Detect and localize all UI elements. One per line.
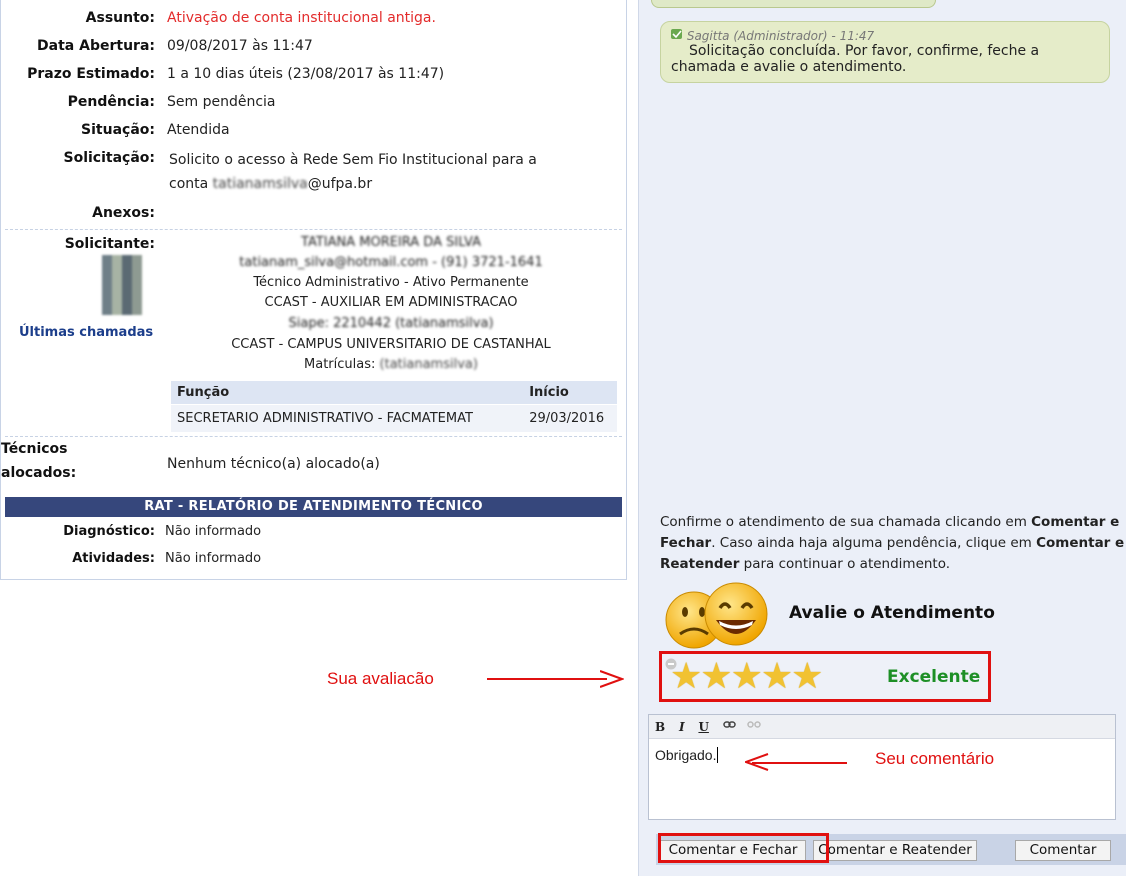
solicitante-name: TATIANA MOREIRA DA SILVA: [301, 235, 481, 250]
divider: [5, 229, 622, 230]
solicitante-unit: CCAST - AUXILIAR EM ADMINISTRACAO: [264, 295, 518, 310]
star-icon[interactable]: ★: [761, 656, 793, 697]
situacao-label: Situação:: [81, 122, 155, 138]
divider: [5, 436, 622, 437]
solicitante-contact: tatianam_silva@hotmail.com - (91) 3721-1…: [239, 255, 543, 270]
matriculas-value: (tatianamsilva): [379, 357, 478, 372]
comment-arrow-line: [752, 762, 847, 764]
stars[interactable]: ★★★★★: [670, 656, 823, 697]
solicitante-campus: CCAST - CAMPUS UNIVERSITARIO DE CASTANHA…: [231, 337, 551, 352]
solicitante-role: Técnico Administrativo - Ativo Permanent…: [253, 275, 529, 290]
text-cursor: ​: [717, 747, 719, 763]
tecnicos-label-line2: alocados:: [1, 465, 77, 481]
email-domain: @ufpa.br: [307, 176, 373, 192]
anexos-label: Anexos:: [92, 205, 155, 221]
message-line2: chamada e avalie o atendimento.: [671, 59, 907, 75]
tecnicos-value: Nenhum técnico(a) alocado(a): [167, 456, 380, 472]
comment-text: Obrigado.: [655, 747, 717, 763]
pendencia-value: Sem pendência: [167, 94, 276, 110]
confirm-text-1: Confirme o atendimento de sua chamada cl…: [660, 514, 1032, 530]
table-row: SECRETARIO ADMINISTRATIVO - FACMATEMAT 2…: [171, 404, 617, 432]
message-icon: [671, 29, 682, 39]
avatar: [102, 255, 142, 315]
atividades-value: Não informado: [165, 551, 262, 566]
rating-arrow-line: [487, 678, 607, 680]
rating-label: Excelente: [887, 667, 981, 687]
highlight-close-button: [658, 833, 829, 863]
message-line1: Solicitação concluída. Por favor, confir…: [689, 43, 1040, 59]
conta-prefix: conta: [169, 176, 213, 192]
comentar-button[interactable]: Comentar: [1015, 840, 1111, 861]
funcao-table: Função Início SECRETARIO ADMINISTRATIVO …: [171, 381, 617, 432]
admin-message: Sagitta (Administrador) - 11:47 Solicita…: [660, 21, 1110, 83]
assunto-label: Assunto:: [85, 10, 155, 26]
star-icon[interactable]: ★: [731, 656, 763, 697]
data-abertura-value: 09/08/2017 às 11:47: [167, 38, 313, 54]
assunto-value: Ativação de conta institucional antiga.: [167, 10, 436, 26]
diagnostico-value: Não informado: [165, 524, 262, 539]
redacted-email-user: tatianamsilva: [212, 176, 308, 192]
inicio-header: Início: [523, 381, 617, 405]
comentar-e-reatender-button[interactable]: Comentar e Reatender: [813, 840, 977, 861]
funcao-cell: SECRETARIO ADMINISTRATIVO - FACMATEMAT: [171, 404, 524, 432]
confirm-text-3: para continuar o atendimento.: [739, 556, 951, 572]
solicitante-matriculas: Matrículas: (tatianamsilva): [171, 357, 611, 372]
confirm-instructions: Confirme o atendimento de sua chamada cl…: [660, 512, 1126, 575]
situacao-value: Atendida: [167, 122, 230, 138]
rating-widget[interactable]: ★★★★★ Excelente: [659, 651, 991, 702]
solicitacao-line2: conta tatianamsilva@ufpa.br: [169, 176, 372, 192]
ultimas-chamadas-link[interactable]: Últimas chamadas: [19, 325, 153, 340]
rating-faces-icon: [665, 582, 768, 649]
diagnostico-label: Diagnóstico:: [63, 524, 155, 539]
pendencia-label: Pendência:: [67, 94, 155, 110]
rating-annotation: Sua avaliacão: [327, 669, 434, 688]
inicio-cell: 29/03/2016: [523, 404, 617, 432]
solicitacao-line1: Solicito o acesso à Rede Sem Fio Institu…: [169, 152, 537, 168]
data-abertura-label: Data Abertura:: [37, 38, 155, 54]
rat-header: RAT - RELATÓRIO DE ATENDIMENTO TÉCNICO: [5, 497, 622, 517]
unlink-icon[interactable]: [746, 719, 761, 731]
solicitante-siape: Siape: 2210442 (tatianamsilva): [288, 316, 494, 331]
rating-title: Avalie o Atendimento: [789, 603, 995, 623]
prazo-value: 1 a 10 dias úteis (23/08/2017 às 11:47): [167, 66, 445, 82]
solicitante-label: Solicitante:: [64, 236, 155, 252]
bold-button[interactable]: B: [655, 720, 665, 734]
chat-panel: Sagitta (Administrador) - 11:47 Solicita…: [638, 0, 1126, 876]
atividades-label: Atividades:: [72, 551, 155, 566]
link-icon[interactable]: [722, 719, 737, 731]
matriculas-label: Matrículas:: [304, 357, 380, 372]
confirm-text-2: . Caso ainda haja alguma pendência, cliq…: [711, 535, 1037, 551]
star-icon[interactable]: ★: [791, 656, 823, 697]
editor-toolbar: B I U: [649, 715, 1115, 739]
rating-arrow-head: [600, 670, 624, 688]
comment-annotation: Seu comentário: [875, 749, 995, 768]
solicitacao-label: Solicitação:: [63, 150, 156, 166]
italic-button[interactable]: I: [679, 720, 685, 734]
prazo-label: Prazo Estimado:: [27, 66, 155, 82]
message-author: Sagitta (Administrador) - 11:47: [686, 29, 875, 43]
previous-message: [651, 0, 936, 8]
star-icon[interactable]: ★: [670, 656, 702, 697]
funcao-header: Função: [171, 381, 524, 405]
underline-button[interactable]: U: [698, 720, 708, 734]
tecnicos-label-line1: Técnicos: [1, 441, 68, 457]
star-icon[interactable]: ★: [700, 656, 732, 697]
ticket-details-panel: Assunto: Ativação de conta institucional…: [0, 0, 627, 580]
message-meta: Sagitta (Administrador) - 11:47: [671, 28, 1099, 43]
